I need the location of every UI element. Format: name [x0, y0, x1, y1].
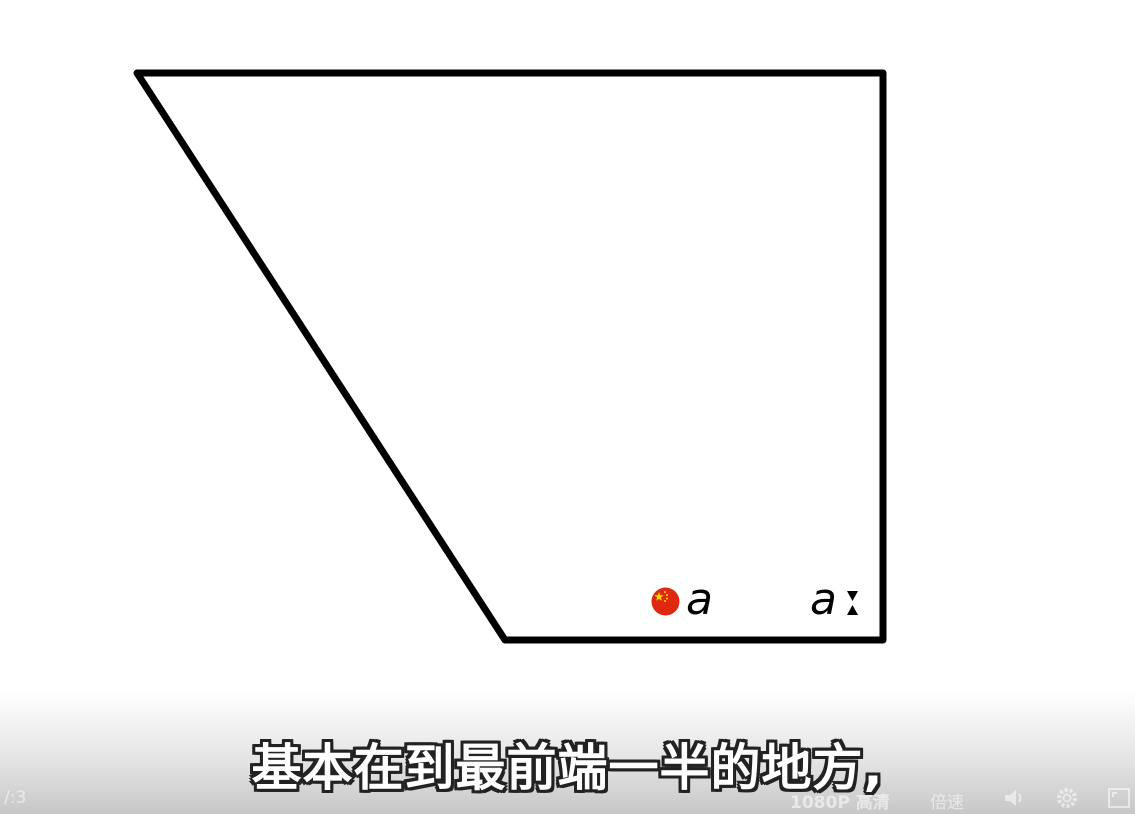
volume-icon[interactable]	[1003, 787, 1027, 809]
speed-button[interactable]: 倍速	[930, 788, 964, 813]
hourglass-icon	[847, 591, 858, 615]
china-flag-icon	[651, 587, 680, 616]
label-a-right: a	[810, 574, 837, 625]
label-a-left: a	[686, 574, 713, 625]
settings-icon[interactable]	[1055, 786, 1079, 810]
video-frame[interactable]: a a 基本在到最前端一半的地方, /:3 1080P 高清 倍速	[0, 0, 1135, 814]
player-control-bar: /:3 1080P 高清 倍速	[0, 782, 1135, 814]
time-display: /:3	[4, 788, 27, 808]
fullscreen-icon[interactable]	[1107, 787, 1131, 809]
trapezoid-outline	[133, 69, 887, 644]
quality-button[interactable]: 1080P 高清	[790, 788, 890, 813]
